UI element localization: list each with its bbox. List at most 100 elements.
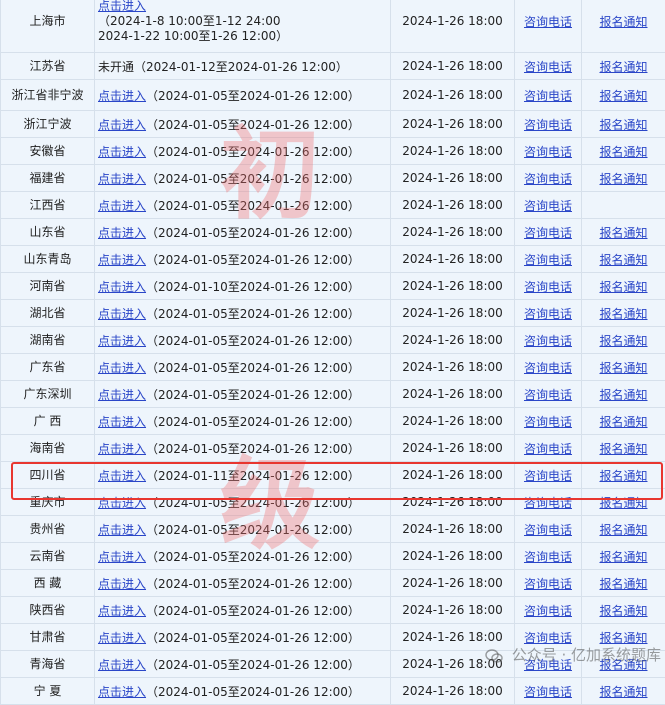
enter-link[interactable]: 点击进入 [98, 550, 146, 564]
consult-phone-link[interactable]: 咨询电话 [524, 307, 572, 321]
consult-phone-link[interactable]: 咨询电话 [524, 604, 572, 618]
registration-notice-link[interactable]: 报名通知 [599, 118, 647, 132]
notice-cell: 报名通知 [582, 300, 665, 327]
phone-cell: 咨询电话 [515, 543, 582, 570]
notice-cell: 报名通知 [582, 53, 665, 80]
deadline-cell: 2024-1-26 18:00 [391, 80, 515, 111]
region-cell: 浙江省非宁波 [1, 80, 95, 111]
registration-notice-link[interactable]: 报名通知 [599, 523, 647, 537]
consult-phone-link[interactable]: 咨询电话 [524, 118, 572, 132]
entry-cell: 点击进入（2024-01-11至2024-01-26 12:00） [95, 462, 391, 489]
deadline-cell: 2024-1-26 18:00 [391, 273, 515, 300]
enter-link[interactable]: 点击进入 [98, 577, 146, 591]
enter-link[interactable]: 点击进入 [98, 523, 146, 537]
consult-phone-link[interactable]: 咨询电话 [524, 15, 572, 29]
enter-link[interactable]: 点击进入 [98, 442, 146, 456]
enter-link[interactable]: 点击进入 [98, 280, 146, 294]
entry-cell: 点击进入（2024-01-05至2024-01-26 12:00） [95, 408, 391, 435]
notice-cell: 报名通知 [582, 165, 665, 192]
enter-link[interactable]: 点击进入 [98, 658, 146, 672]
phone-cell: 咨询电话 [515, 462, 582, 489]
enter-link[interactable]: 点击进入 [98, 199, 146, 213]
region-cell: 云南省 [1, 543, 95, 570]
enter-link[interactable]: 点击进入 [98, 172, 146, 186]
consult-phone-link[interactable]: 咨询电话 [524, 577, 572, 591]
consult-phone-link[interactable]: 咨询电话 [524, 496, 572, 510]
registration-notice-link[interactable]: 报名通知 [599, 60, 647, 74]
consult-phone-link[interactable]: 咨询电话 [524, 280, 572, 294]
deadline-cell: 2024-1-26 18:00 [391, 165, 515, 192]
consult-phone-link[interactable]: 咨询电话 [524, 172, 572, 186]
enter-link[interactable]: 点击进入 [98, 685, 146, 699]
region-cell: 青海省 [1, 651, 95, 678]
consult-phone-link[interactable]: 咨询电话 [524, 145, 572, 159]
enter-link[interactable]: 点击进入 [98, 415, 146, 429]
enter-link[interactable]: 点击进入 [98, 388, 146, 402]
enter-link[interactable]: 点击进入 [98, 226, 146, 240]
registration-notice-link[interactable]: 报名通知 [599, 469, 647, 483]
enter-link[interactable]: 点击进入 [98, 89, 146, 103]
consult-phone-link[interactable]: 咨询电话 [524, 199, 572, 213]
registration-notice-link[interactable]: 报名通知 [599, 307, 647, 321]
region-cell: 广东省 [1, 354, 95, 381]
registration-notice-link[interactable]: 报名通知 [599, 253, 647, 267]
consult-phone-link[interactable]: 咨询电话 [524, 442, 572, 456]
enter-link[interactable]: 点击进入 [98, 631, 146, 645]
notice-cell: 报名通知 [582, 516, 665, 543]
enter-link[interactable]: 点击进入 [98, 604, 146, 618]
consult-phone-link[interactable]: 咨询电话 [524, 361, 572, 375]
consult-phone-link[interactable]: 咨询电话 [524, 415, 572, 429]
enter-link[interactable]: 点击进入 [98, 307, 146, 321]
consult-phone-link[interactable]: 咨询电话 [524, 388, 572, 402]
registration-period: （2024-01-12至2024-01-26 12:00） [134, 60, 348, 74]
registration-notice-link[interactable]: 报名通知 [599, 145, 647, 159]
deadline-cell: 2024-1-26 18:00 [391, 543, 515, 570]
registration-notice-link[interactable]: 报名通知 [599, 334, 647, 348]
region-cell: 甘肃省 [1, 624, 95, 651]
consult-phone-link[interactable]: 咨询电话 [524, 226, 572, 240]
enter-link[interactable]: 点击进入 [98, 496, 146, 510]
enter-link[interactable]: 点击进入 [98, 145, 146, 159]
region-cell: 湖北省 [1, 300, 95, 327]
enter-link[interactable]: 点击进入 [98, 469, 146, 483]
consult-phone-link[interactable]: 咨询电话 [524, 685, 572, 699]
enter-link[interactable]: 点击进入 [98, 253, 146, 267]
registration-notice-link[interactable]: 报名通知 [599, 361, 647, 375]
registration-period: （2024-01-05至2024-01-26 12:00） [146, 172, 360, 186]
registration-notice-link[interactable]: 报名通知 [599, 604, 647, 618]
entry-cell: 点击进入（2024-01-05至2024-01-26 12:00） [95, 516, 391, 543]
enter-link[interactable]: 点击进入 [98, 334, 146, 348]
notice-cell: 报名通知 [582, 435, 665, 462]
consult-phone-link[interactable]: 咨询电话 [524, 469, 572, 483]
registration-notice-link[interactable]: 报名通知 [599, 226, 647, 240]
notice-cell: 报名通知 [582, 327, 665, 354]
consult-phone-link[interactable]: 咨询电话 [524, 334, 572, 348]
consult-phone-link[interactable]: 咨询电话 [524, 550, 572, 564]
consult-phone-link[interactable]: 咨询电话 [524, 89, 572, 103]
consult-phone-link[interactable]: 咨询电话 [524, 253, 572, 267]
registration-notice-link[interactable]: 报名通知 [599, 15, 647, 29]
registration-notice-link[interactable]: 报名通知 [599, 685, 647, 699]
entry-cell: 点击进入（2024-01-05至2024-01-26 12:00） [95, 300, 391, 327]
enter-link[interactable]: 点击进入 [98, 361, 146, 375]
registration-notice-link[interactable]: 报名通知 [599, 89, 647, 103]
registration-notice-link[interactable]: 报名通知 [599, 577, 647, 591]
consult-phone-link[interactable]: 咨询电话 [524, 523, 572, 537]
consult-phone-link[interactable]: 咨询电话 [524, 60, 572, 74]
enter-link[interactable]: 点击进入 [98, 118, 146, 132]
registration-notice-link[interactable]: 报名通知 [599, 415, 647, 429]
enter-link[interactable]: 点击进入 [98, 0, 146, 13]
registration-notice-link[interactable]: 报名通知 [599, 496, 647, 510]
region-cell: 海南省 [1, 435, 95, 462]
registration-notice-link[interactable]: 报名通知 [599, 388, 647, 402]
entry-cell: 点击进入（2024-01-05至2024-01-26 12:00） [95, 327, 391, 354]
registration-notice-link[interactable]: 报名通知 [599, 631, 647, 645]
deadline-cell: 2024-1-26 18:00 [391, 381, 515, 408]
registration-notice-link[interactable]: 报名通知 [599, 550, 647, 564]
consult-phone-link[interactable]: 咨询电话 [524, 631, 572, 645]
registration-notice-link[interactable]: 报名通知 [599, 172, 647, 186]
deadline-cell: 2024-1-26 18:00 [391, 327, 515, 354]
registration-notice-link[interactable]: 报名通知 [599, 442, 647, 456]
registration-period: 2024-1-22 10:00至1-26 12:00） [98, 29, 390, 44]
registration-notice-link[interactable]: 报名通知 [599, 280, 647, 294]
